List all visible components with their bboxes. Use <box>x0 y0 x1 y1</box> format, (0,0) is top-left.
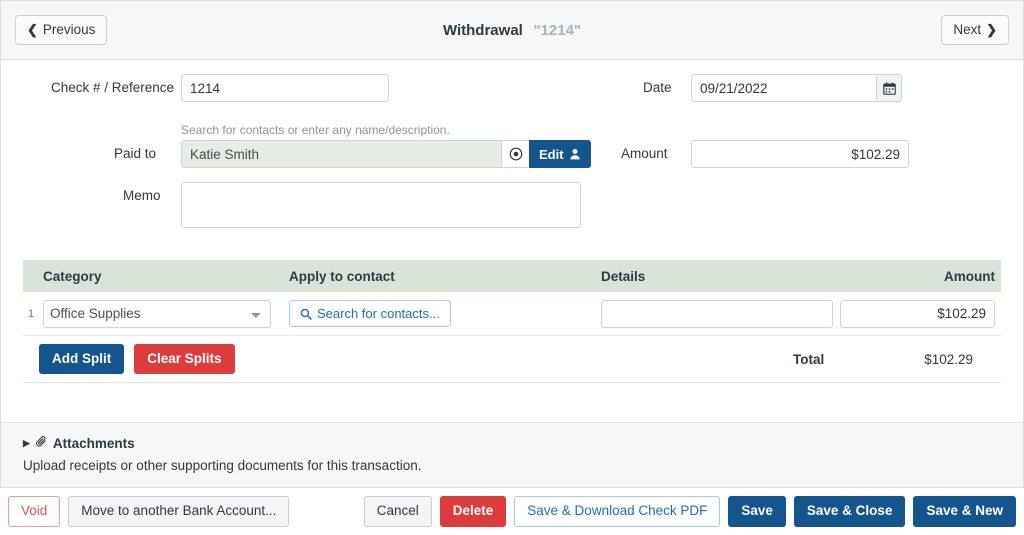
memo-row: Memo <box>123 182 581 228</box>
attachments-description: Upload receipts or other supporting docu… <box>23 458 422 473</box>
paid-to-value[interactable]: Katie Smith <box>181 140 501 168</box>
cancel-button[interactable]: Cancel <box>363 496 432 527</box>
contacts-hint: Search for contacts or enter any name/de… <box>181 123 450 137</box>
search-contacts-label: Search for contacts... <box>317 306 440 321</box>
check-reference-row: Check # / Reference <box>51 74 389 102</box>
user-icon <box>569 148 580 160</box>
header-amount: Amount <box>944 268 995 284</box>
chevron-right-icon: ❯ <box>986 22 997 38</box>
row-apply-to-contact-cell: Search for contacts... <box>285 300 597 327</box>
split-amount-input[interactable] <box>840 299 995 328</box>
calendar-icon[interactable] <box>876 74 902 102</box>
save-button[interactable]: Save <box>728 496 786 527</box>
table-row: 1 Office Supplies Search for contacts... <box>23 292 1001 336</box>
action-bar: Void Move to another Bank Account... Can… <box>0 488 1024 535</box>
memo-label: Memo <box>123 188 161 203</box>
date-label: Date <box>643 80 672 95</box>
paperclip-icon <box>35 435 48 451</box>
row-details-cell <box>597 299 837 328</box>
paid-to-field-group: Katie Smith Edit <box>181 140 591 168</box>
chevron-left-icon: ❮ <box>27 22 38 38</box>
date-input[interactable] <box>691 74 876 102</box>
previous-button[interactable]: ❮ Previous <box>15 14 108 46</box>
clear-contact-icon[interactable] <box>501 140 529 168</box>
row-amount-cell <box>837 299 1001 328</box>
check-reference-label: Check # / Reference <box>51 80 175 95</box>
header-category: Category <box>43 268 102 284</box>
header-apply-to-contact: Apply to contact <box>289 268 395 284</box>
amount-label: Amount <box>621 146 668 161</box>
row-category-cell: Office Supplies <box>39 299 285 328</box>
edit-contact-label: Edit <box>539 146 564 162</box>
check-reference-input[interactable] <box>181 74 389 102</box>
attachments-toggle[interactable]: ▶ Attachments <box>23 435 1001 451</box>
clear-splits-button[interactable]: Clear Splits <box>134 343 235 375</box>
editor-header: ❮ Previous Withdrawal "1214" Next ❯ <box>0 0 1024 60</box>
page-title: Withdrawal "1214" <box>1 22 1023 39</box>
row-index: 1 <box>27 307 35 320</box>
date-row: Date <box>643 74 902 102</box>
header-details: Details <box>601 268 646 284</box>
amount-row: Amount <box>621 140 909 168</box>
search-contacts-button[interactable]: Search for contacts... <box>289 300 451 327</box>
transaction-editor: ❮ Previous Withdrawal "1214" Next ❯ Chec… <box>0 0 1024 535</box>
amount-input[interactable] <box>691 140 909 168</box>
transaction-form: Check # / Reference Date <box>1 60 1023 260</box>
date-field-group <box>691 74 902 102</box>
splits-table: Category Apply to contact Details Amount… <box>23 260 1001 383</box>
move-to-bank-account-button[interactable]: Move to another Bank Account... <box>68 496 290 527</box>
transaction-type-label: Withdrawal <box>442 21 523 39</box>
save-download-check-pdf-button[interactable]: Save & Download Check PDF <box>514 496 721 527</box>
search-icon <box>300 308 312 320</box>
splits-footer: Add Split Clear Splits Total $102.29 <box>23 336 1001 382</box>
next-label: Next <box>953 21 982 37</box>
attachments-title: Attachments <box>52 435 135 451</box>
paid-to-row: Paid to Katie Smith Edit <box>114 140 591 168</box>
total-value: $102.29 <box>924 351 973 367</box>
action-bar-right: Cancel Delete Save & Download Check PDF … <box>363 496 1016 527</box>
editor-body: Check # / Reference Date <box>0 60 1024 488</box>
splits-table-header: Category Apply to contact Details Amount <box>23 260 1001 292</box>
chevron-right-icon: ▶ <box>23 437 30 448</box>
transaction-reference-label: "1214" <box>533 21 582 39</box>
details-input[interactable] <box>601 299 833 328</box>
next-button[interactable]: Next ❯ <box>941 14 1009 46</box>
save-and-new-button[interactable]: Save & New <box>913 496 1016 527</box>
attachments-section: ▶ Attachments Upload receipts or other s… <box>1 422 1023 488</box>
paid-to-label: Paid to <box>114 146 157 161</box>
edit-contact-button[interactable]: Edit <box>529 140 591 168</box>
delete-button[interactable]: Delete <box>439 496 507 527</box>
memo-input[interactable] <box>181 182 581 228</box>
splits-footer-inner: Add Split Clear Splits Total $102.29 <box>23 336 1001 382</box>
previous-label: Previous <box>42 21 96 37</box>
void-button[interactable]: Void <box>8 496 61 527</box>
category-select[interactable]: Office Supplies <box>43 299 271 328</box>
add-split-button[interactable]: Add Split <box>39 343 125 375</box>
save-and-close-button[interactable]: Save & Close <box>793 496 906 527</box>
total-label: Total <box>793 351 825 367</box>
